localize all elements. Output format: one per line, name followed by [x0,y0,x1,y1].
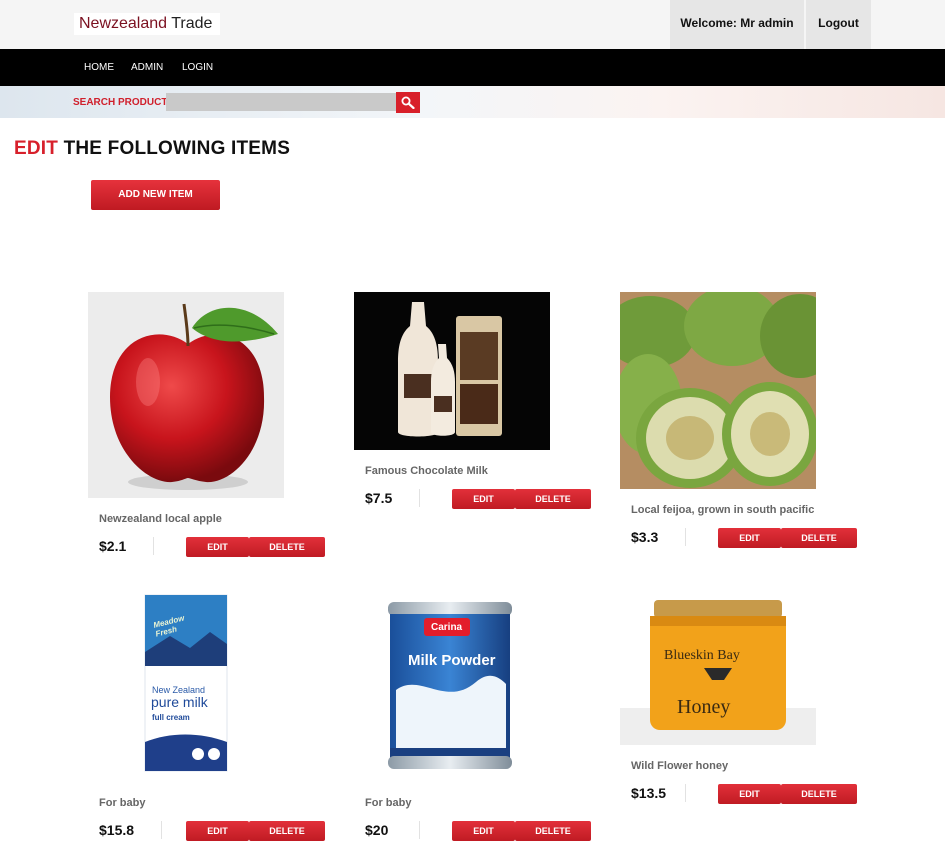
milk-powder-tin-image: Carina Milk Powder [386,598,514,772]
nav-login[interactable]: LOGIN [182,49,213,86]
carton-line3: full cream [152,713,190,722]
product-name: For baby [99,797,146,809]
delete-button[interactable]: DELETE [515,821,591,841]
edit-button[interactable]: EDIT [718,784,781,804]
tin-label: Milk Powder [408,652,496,669]
product-name: For baby [365,797,412,809]
chocolate-milk-image [354,292,550,450]
price-divider [161,821,162,839]
search-bar: SEARCH PRODUCT [0,86,945,118]
apple-image [88,292,284,498]
honey-jar-image: Blueskin Bay Honey [620,590,816,745]
edit-button[interactable]: EDIT [718,528,781,548]
edit-button[interactable]: EDIT [452,489,515,509]
delete-button[interactable]: DELETE [249,537,325,557]
page-title: EDIT THE FOLLOWING ITEMS [14,138,290,160]
carton-line2: pure milk [151,694,208,710]
delete-button[interactable]: DELETE [781,528,857,548]
tin-brand: Carina [431,622,463,633]
product-name: Wild Flower honey [631,760,729,772]
top-bar: Newzealand Trade Welcome: Mr admin Logou… [0,0,945,49]
edit-button[interactable]: EDIT [452,821,515,841]
price-divider [685,528,686,546]
nav-admin[interactable]: ADMIN [131,49,163,86]
delete-button[interactable]: DELETE [781,784,857,804]
product-price: $20 [365,822,389,838]
logo-text-newzealand: Newzealand [79,15,168,32]
search-label: SEARCH PRODUCT [73,97,168,108]
page-title-rest: THE FOLLOWING ITEMS [63,138,291,159]
milk-carton-image: Meadow Fresh New Zealand pure milk full … [140,592,232,774]
product-price: $15.8 [99,822,135,838]
price-divider [153,537,154,555]
edit-button[interactable]: EDIT [186,821,249,841]
site-logo[interactable]: Newzealand Trade [74,13,220,35]
delete-button[interactable]: DELETE [515,489,591,509]
welcome-message: Welcome: Mr admin [670,0,804,49]
jar-line2: Honey [677,696,731,718]
feijoa-image [620,292,816,489]
product-name: Local feijoa, grown in south pacific [631,504,815,516]
price-divider [419,821,420,839]
jar-line1: Blueskin Bay [664,648,740,663]
logout-button[interactable]: Logout [806,0,871,49]
add-new-item-button[interactable]: ADD NEW ITEM [91,180,220,210]
price-divider [419,489,420,507]
main-nav: HOME ADMIN LOGIN [0,49,945,86]
delete-button[interactable]: DELETE [249,821,325,841]
search-icon [401,96,415,109]
logo-text-trade: Trade [171,15,213,32]
product-name: Famous Chocolate Milk [365,465,488,477]
product-price: $2.1 [99,538,127,554]
product-name: Newzealand local apple [99,513,222,525]
nav-home[interactable]: HOME [84,49,114,86]
product-price: $3.3 [631,529,659,545]
product-price: $13.5 [631,785,667,801]
product-price: $7.5 [365,490,393,506]
search-input[interactable] [166,93,396,111]
search-button[interactable] [396,92,420,113]
edit-button[interactable]: EDIT [186,537,249,557]
price-divider [685,784,686,802]
page-title-edit: EDIT [14,138,59,159]
